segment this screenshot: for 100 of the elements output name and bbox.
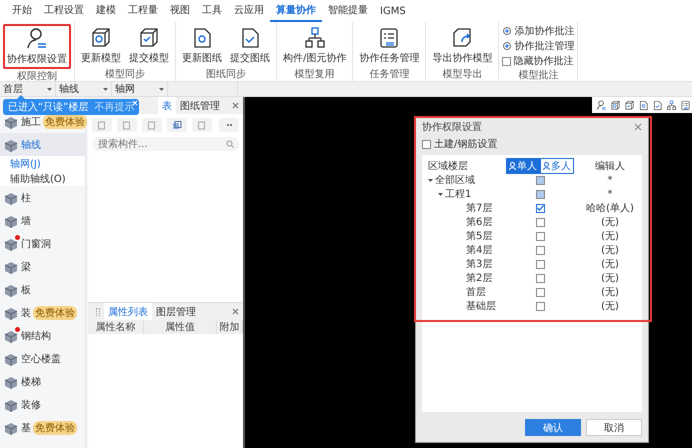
checkbox[interactable]: [536, 204, 544, 212]
collapse-icon[interactable]: [428, 178, 433, 182]
person-icon[interactable]: [596, 100, 607, 110]
sidebar-item[interactable]: 梁: [0, 255, 85, 278]
menu-tab[interactable]: 工具: [196, 3, 228, 22]
drawing-canvas[interactable]: 协作权限设置 土建/钢筋设置 区域楼层 单人 多人 编辑人 全部区域 * 工程1 * 第7层 哈哈(单人) 第6层 (无) 第5层 (无) 第4层 (无) 第3层 (无) 第2层 (无) 首层 (无) 基础层 (无) 确认 取消: [245, 97, 692, 448]
editor-cell-text: (无): [600, 272, 620, 285]
menu-tab[interactable]: 工程设置: [38, 3, 90, 22]
sidebar-item[interactable]: 装 免费体验: [0, 301, 85, 324]
editor-cell-text: (无): [600, 216, 620, 229]
panel-tab[interactable]: 属性列表: [104, 303, 152, 320]
block-icon: [3, 328, 17, 342]
group-label: 模型批注: [518, 68, 558, 83]
tree-label[interactable]: 首层: [466, 285, 486, 299]
sidebar-item[interactable]: 装修: [0, 393, 85, 416]
document-refresh-icon[interactable]: [638, 100, 649, 110]
panel-tab[interactable]: 图层管理: [152, 303, 200, 320]
hierarchy-icon[interactable]: [666, 100, 677, 110]
ribbon-button[interactable]: 协作批注管理: [502, 39, 574, 53]
ribbon-button[interactable]: 协作任务管理: [356, 24, 422, 67]
ribbon-button[interactable]: 构件/图元协作: [280, 24, 350, 67]
sidebar-item[interactable]: 板: [0, 278, 85, 301]
collapse-icon[interactable]: [438, 192, 443, 196]
confirm-button[interactable]: 确认: [525, 418, 581, 436]
checkbox[interactable]: [536, 302, 544, 310]
column-header: 编辑人: [594, 160, 626, 173]
panel-tab[interactable]: 表: [158, 97, 176, 114]
sidebar-subitem[interactable]: 辅助轴线(O): [0, 171, 85, 186]
person-icon: [25, 27, 49, 51]
dropdown[interactable]: 首层: [0, 82, 56, 96]
tree-label[interactable]: 第4层: [466, 243, 492, 257]
tree-label[interactable]: 第7层: [466, 201, 492, 215]
menu-tab[interactable]: 智能提量: [322, 3, 374, 22]
layers-icon[interactable]: [172, 120, 182, 130]
editor-cell-text: (无): [600, 300, 620, 313]
column-header: 区域楼层: [427, 160, 469, 173]
column-header: 属性值: [144, 320, 217, 334]
checkbox[interactable]: 土建/钢筋设置: [416, 136, 648, 152]
close-icon[interactable]: [232, 308, 239, 315]
mode-toggle[interactable]: 单人: [506, 158, 540, 174]
ribbon-button[interactable]: 导出协作模型: [429, 24, 496, 67]
tree-label[interactable]: 第3层: [466, 257, 492, 271]
drag-handle[interactable]: [96, 308, 100, 316]
document-check-icon[interactable]: [652, 100, 663, 110]
sidebar-item[interactable]: 楼梯: [0, 370, 85, 393]
editor-cell-text: (无): [600, 286, 620, 299]
person-icon: [543, 162, 550, 170]
close-icon[interactable]: [232, 102, 239, 109]
trial-badge: 免费体验: [33, 306, 77, 320]
cancel-button[interactable]: 取消: [586, 418, 642, 436]
checkbox[interactable]: [536, 260, 544, 268]
sidebar-item[interactable]: 轴线: [0, 133, 85, 156]
search-field[interactable]: 搜索构件...: [92, 137, 239, 151]
ribbon-button[interactable]: 提交图纸: [227, 24, 273, 67]
menu-tab[interactable]: IGMS: [374, 6, 412, 22]
cube-check-icon[interactable]: [624, 100, 635, 110]
tree-label[interactable]: 基础层: [466, 299, 496, 313]
group-label: 模型导出: [442, 68, 482, 82]
tree-label[interactable]: 第6层: [466, 215, 492, 229]
checklist-icon[interactable]: [680, 100, 691, 110]
menu-tab[interactable]: 视图: [164, 3, 196, 22]
dropdown[interactable]: 轴网: [112, 82, 168, 96]
checkbox[interactable]: [536, 288, 544, 296]
sidebar-item[interactable]: 基 免费体验: [0, 416, 85, 439]
tooltip-text: 已进入“只读”楼层: [8, 100, 88, 114]
sidebar-item[interactable]: 柱: [0, 186, 85, 209]
checkbox[interactable]: [536, 274, 544, 282]
menu-tab[interactable]: 工程量: [122, 3, 164, 22]
checkbox[interactable]: [536, 218, 544, 226]
ribbon-button[interactable]: 提交模型: [126, 24, 172, 67]
menu-tab[interactable]: 开始: [6, 3, 38, 22]
dropdown[interactable]: 轴线: [56, 82, 112, 96]
sidebar-item[interactable]: 墙: [0, 209, 85, 232]
tree-label[interactable]: 工程1: [445, 187, 472, 201]
panel-tab[interactable]: 图纸管理: [176, 97, 224, 114]
check-icon: [536, 205, 544, 211]
tree-label[interactable]: 第5层: [466, 229, 492, 243]
menu-tab[interactable]: 云应用: [228, 3, 270, 22]
caret-icon: [47, 88, 52, 90]
tree-label[interactable]: 第2层: [466, 271, 492, 285]
sidebar-item[interactable]: 门窗洞: [0, 232, 85, 255]
close-icon[interactable]: [634, 123, 642, 131]
block-icon: [3, 374, 17, 388]
ribbon-button[interactable]: 更新图纸: [179, 24, 225, 67]
checkbox[interactable]: 隐藏协作批注: [502, 54, 574, 68]
ribbon-button[interactable]: 添加协作批注: [502, 24, 574, 38]
block-icon: [3, 398, 17, 412]
caret-icon: [103, 88, 108, 90]
checkbox[interactable]: [536, 246, 544, 254]
cube-refresh-icon[interactable]: [610, 100, 621, 110]
ribbon-button[interactable]: 更新模型: [78, 24, 124, 67]
checkbox[interactable]: [536, 232, 544, 240]
sidebar-subitem[interactable]: 轴网(J): [0, 156, 85, 171]
search-icon[interactable]: [226, 140, 234, 148]
ribbon-button[interactable]: 协作权限设置: [3, 24, 71, 69]
mode-toggle[interactable]: 多人: [540, 158, 574, 174]
tree-label[interactable]: 全部区域: [435, 173, 475, 187]
menu-tab[interactable]: 建模: [90, 3, 122, 22]
sidebar-item[interactable]: 空心楼盖: [0, 347, 85, 370]
sidebar-item[interactable]: 钢结构: [0, 324, 85, 347]
